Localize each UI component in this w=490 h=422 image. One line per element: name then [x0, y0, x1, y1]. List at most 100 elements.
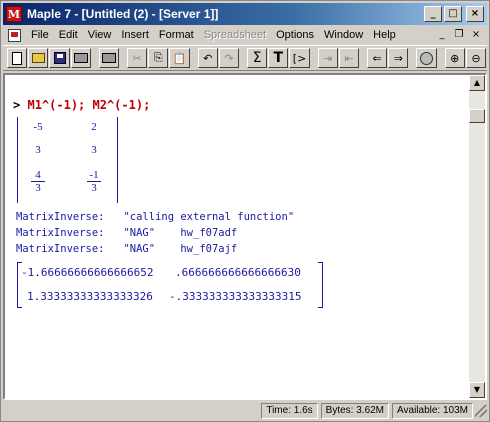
window-title: Maple 7 - [Untitled (2) - [Server 1]]	[27, 7, 219, 21]
inverse-matrix-m1: -5 2 3 3 4 3 -1 3	[17, 117, 118, 203]
menu-help[interactable]: Help	[368, 29, 401, 41]
scroll-thumb[interactable]	[469, 109, 485, 123]
copy-icon: ⎘	[153, 51, 163, 64]
text-mode-button[interactable]: T	[268, 48, 289, 68]
menu-options[interactable]: Options	[271, 29, 319, 41]
open-icon	[31, 53, 45, 63]
math-mode-button[interactable]: Σ	[247, 48, 268, 68]
stop-button[interactable]	[416, 48, 437, 68]
input-command[interactable]: M1^(-1); M2^(-1);	[27, 98, 150, 112]
prompt-icon: [>	[292, 51, 307, 65]
back-icon: ⇐	[372, 51, 382, 65]
matrix-left-bar	[17, 117, 18, 203]
document-menu-icon[interactable]	[8, 28, 21, 42]
worksheet-content[interactable]: > M1^(-1); M2^(-1); -5 2 3 3 4 3 -1 3 Ma…	[5, 75, 469, 398]
menu-edit[interactable]: Edit	[54, 29, 83, 41]
zoom-out-button[interactable]: ⊖	[465, 48, 487, 68]
m2-cell-2-1: 1.33333333333333326	[27, 290, 153, 303]
menu-spreadsheet: Spreadsheet	[203, 29, 267, 41]
zoom-in-icon: ⊕	[450, 51, 460, 65]
m1-cell-3-2-denominator: 3	[91, 182, 97, 194]
maximize-button[interactable]: □	[444, 6, 462, 22]
m1-cell-3-1-denominator: 3	[35, 182, 41, 194]
indent-icon: ⇥	[323, 51, 333, 65]
m2-cell-2-2: -.333333333333333315	[169, 290, 302, 303]
save-button[interactable]	[49, 48, 70, 68]
m1-cell-2-2: 3	[91, 144, 97, 156]
insert-prompt-button[interactable]: [>	[289, 48, 310, 68]
redo-button[interactable]: ↷	[218, 48, 240, 68]
forward-button[interactable]: ⇒	[388, 48, 409, 68]
info-line: MatrixInverse: "NAG" hw_f07adf	[16, 227, 238, 239]
m1-cell-3-2-numerator: -1	[87, 169, 101, 182]
text-icon: T	[273, 50, 284, 66]
printer-icon	[101, 53, 116, 63]
doc-restore-button[interactable]: ❐	[452, 29, 466, 41]
cut-icon: ✂	[132, 51, 142, 65]
input-prompt: >	[13, 98, 21, 112]
minimize-button[interactable]: _	[424, 6, 442, 22]
menu-view[interactable]: View	[83, 29, 117, 41]
execution-group[interactable]: > M1^(-1); M2^(-1);	[13, 98, 150, 112]
zoom-in-button[interactable]: ⊕	[444, 48, 465, 68]
scroll-up-button[interactable]: ▲	[469, 75, 485, 91]
copy-button[interactable]: ⎘	[148, 48, 169, 68]
m1-cell-1-1: -5	[33, 121, 43, 133]
doc-minimize-button[interactable]: _	[435, 29, 449, 41]
m2-cell-1-2: .666666666666666630	[175, 266, 301, 279]
undo-button[interactable]: ↶	[197, 48, 218, 68]
outdent-button[interactable]: ⇤	[338, 48, 360, 68]
zoom-out-icon: ⊖	[471, 51, 481, 65]
menu-file[interactable]: File	[26, 29, 54, 41]
paste-button[interactable]: 📋	[169, 48, 190, 68]
worksheet-area[interactable]: > M1^(-1); M2^(-1); -5 2 3 3 4 3 -1 3 Ma…	[3, 73, 487, 400]
m1-cell-3-2: -1 3	[87, 169, 101, 194]
vertical-scrollbar[interactable]: ▲ ▼	[469, 75, 485, 398]
m1-cell-3-1: 4 3	[31, 169, 45, 194]
close-button[interactable]: ×	[466, 6, 484, 22]
outdent-icon: ⇤	[344, 51, 354, 65]
doc-close-button[interactable]: ×	[469, 29, 483, 41]
m1-cell-2-1: 3	[35, 144, 41, 156]
info-line: MatrixInverse: "NAG" hw_f07ajf	[16, 243, 238, 255]
print-preview-button[interactable]: print-icon	[98, 48, 120, 68]
new-button[interactable]	[7, 48, 28, 68]
print-icon	[73, 53, 88, 63]
status-time: Time: 1.6s	[261, 402, 318, 419]
m1-cell-1-2: 2	[91, 121, 97, 133]
status-bytes: Bytes: 3.62M	[320, 402, 390, 419]
m1-cell-3-1-numerator: 4	[31, 169, 45, 182]
toolbar: print-icon ✂ ⎘ 📋 ↶ ↷ Σ T [> ⇥ ⇤ ⇐ ⇒ ⊕ ⊖	[3, 45, 487, 71]
menu-bar: File Edit View Insert Format Spreadsheet…	[3, 26, 487, 44]
indent-button[interactable]: ⇥	[317, 48, 338, 68]
save-icon	[53, 52, 66, 64]
open-button[interactable]	[28, 48, 49, 68]
resize-grip[interactable]	[475, 404, 487, 417]
undo-icon: ↶	[203, 51, 213, 65]
maple-app-icon[interactable]: M	[6, 6, 22, 22]
status-bar: Time: 1.6s Bytes: 3.62M Available: 103M	[3, 401, 487, 420]
m2-cell-1-1: -1.66666666666666652	[21, 266, 154, 279]
info-line: MatrixInverse: "calling external functio…	[16, 211, 295, 223]
cut-button[interactable]: ✂	[127, 48, 148, 68]
redo-icon: ↷	[224, 51, 234, 65]
sigma-icon: Σ	[252, 50, 262, 66]
menu-format[interactable]: Format	[154, 29, 199, 41]
matrix-right-bracket	[318, 262, 323, 308]
print-button[interactable]	[70, 48, 91, 68]
inverse-matrix-m2: -1.66666666666666652 .666666666666666630…	[17, 262, 323, 308]
new-icon	[12, 51, 23, 65]
window-controls: _ □ ×	[424, 6, 484, 22]
paste-icon: 📋	[172, 51, 187, 65]
document-window-controls: _ ❐ ×	[435, 29, 483, 41]
menu-window[interactable]: Window	[319, 29, 368, 41]
status-available: Available: 103M	[392, 402, 473, 419]
menu-insert[interactable]: Insert	[116, 29, 154, 41]
scroll-down-button[interactable]: ▼	[469, 382, 485, 398]
matrix-right-bar	[117, 117, 118, 203]
maple-window: M Maple 7 - [Untitled (2) - [Server 1]] …	[0, 0, 490, 422]
back-button[interactable]: ⇐	[367, 48, 388, 68]
stop-icon	[420, 51, 434, 65]
title-bar[interactable]: M Maple 7 - [Untitled (2) - [Server 1]] …	[3, 3, 487, 25]
forward-icon: ⇒	[393, 51, 403, 65]
